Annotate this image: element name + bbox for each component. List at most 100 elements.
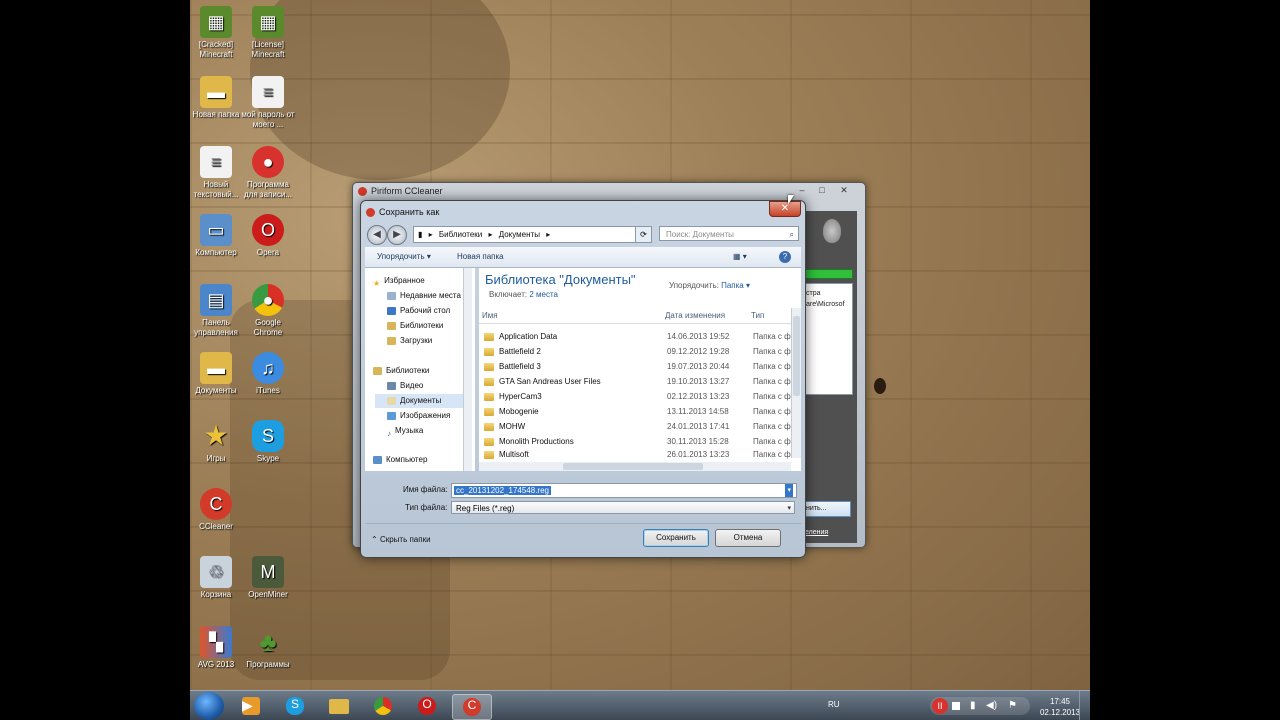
close-button[interactable]: ✕: [833, 183, 855, 197]
save-as-dialog[interactable]: Сохранить как ✕ ◀ ▶ ▮ ▸ Библиотеки ▸ Док…: [360, 200, 806, 558]
desktop-icon-programs[interactable]: ♣ Программы: [240, 626, 296, 670]
volume-icon[interactable]: ◀): [986, 700, 997, 711]
text-file-icon: ≡: [252, 76, 284, 108]
nav-recent-places[interactable]: Недавние места: [387, 289, 461, 303]
file-row[interactable]: Monolith Productions 30.11.2013 15:28 Папк…: [479, 435, 791, 449]
nav-favorites[interactable]: ★ Избранное: [373, 274, 425, 288]
dialog-close-button[interactable]: ✕: [769, 201, 801, 217]
address-bar[interactable]: ▮ ▸ Библиотеки ▸ Документы ▸ ▾: [413, 226, 651, 243]
file-list-scrollbar[interactable]: [791, 308, 801, 458]
stop-icon[interactable]: [952, 702, 960, 710]
cancel-button[interactable]: Отмена: [715, 529, 781, 547]
file-name-input[interactable]: cc_20131202_174548.reg ▾: [451, 483, 797, 498]
taskbar-explorer[interactable]: [320, 694, 358, 718]
desktop-icon-license-minecraft[interactable]: ▦ [License] Minecraft: [240, 6, 296, 60]
chevron-down-icon[interactable]: ▾: [785, 484, 793, 497]
taskbar-skype[interactable]: S: [276, 694, 314, 718]
maximize-button[interactable]: □: [811, 183, 833, 197]
ccleaner-list: стра are\Microsof: [805, 283, 853, 395]
chevron-down-icon: ▾: [787, 505, 791, 512]
search-input[interactable]: Поиск: Документы ⌕: [659, 226, 799, 241]
taskbar-chrome[interactable]: [364, 694, 402, 718]
help-icon[interactable]: ?: [779, 251, 791, 263]
nav-desktop[interactable]: Рабочий стол: [387, 304, 450, 318]
desktop-icon-itunes[interactable]: ♫ iTunes: [240, 352, 296, 396]
hide-folders-toggle[interactable]: ⌃ Скрыть папки: [371, 535, 431, 544]
desktop-icon-avg[interactable]: ▚ AVG 2013: [190, 626, 244, 670]
desktop-icon-recorder[interactable]: ● Программа для записи...: [240, 146, 296, 200]
dialog-footer-divider: [365, 523, 801, 524]
taskbar-opera[interactable]: O: [408, 694, 446, 718]
includes-locations-link[interactable]: 2 места: [529, 290, 558, 299]
organize-button[interactable]: Упорядочить ▾: [377, 247, 431, 267]
ccleaner-icon: C: [463, 698, 481, 716]
show-desktop-button[interactable]: [1079, 691, 1090, 720]
nav-music[interactable]: ♪ Музыка: [387, 424, 423, 438]
address-crumb-documents[interactable]: Документы: [499, 230, 540, 239]
video-icon: [387, 381, 396, 390]
column-name[interactable]: Имя: [482, 311, 498, 320]
horizontal-scrollbar[interactable]: [479, 462, 791, 471]
file-row[interactable]: Mobogenie 13.11.2013 14:58 Папка с ф: [479, 405, 791, 419]
scrollbar-thumb[interactable]: [793, 316, 800, 396]
minimize-button[interactable]: –: [791, 183, 813, 197]
language-indicator[interactable]: RU: [828, 700, 840, 709]
desktop-icon-computer[interactable]: ▭ Компьютер: [190, 214, 244, 258]
desktop-icon-ccleaner[interactable]: C CCleaner: [190, 488, 244, 532]
explorer-folder-icon: [329, 698, 349, 714]
file-row[interactable]: Multisoft 26.01.2013 13:23 Папка с ф: [479, 448, 791, 462]
file-row[interactable]: Application Data 14.06.2013 19:52 Папка с …: [479, 330, 791, 344]
desktop-icon-cracked-minecraft[interactable]: ▦ [Cracked] Minecraft: [190, 6, 244, 60]
column-type[interactable]: Тип: [751, 311, 764, 320]
view-options-icon[interactable]: ▦ ▾: [733, 247, 747, 267]
desktop-icon-openminer[interactable]: M OpenMiner: [240, 556, 296, 600]
recording-icon[interactable]: II: [932, 698, 948, 714]
ccleaner-link[interactable]: еления: [805, 529, 828, 536]
ccleaner-progress-bar: [805, 269, 853, 279]
nav-downloads[interactable]: Загрузки: [387, 334, 432, 348]
desktop-icon-games[interactable]: ★ Игры: [190, 420, 244, 464]
address-crumb-libraries[interactable]: Библиотеки: [439, 230, 482, 239]
back-button[interactable]: ◀: [367, 225, 387, 245]
games-star-icon: ★: [203, 420, 229, 451]
arrange-by-dropdown[interactable]: Папка ▾: [721, 281, 750, 290]
nav-computer[interactable]: Компьютер: [373, 453, 427, 467]
network-icon[interactable]: ▮: [970, 700, 976, 711]
nav-documents[interactable]: Документы: [375, 394, 463, 408]
desktop-icon-recycle-bin[interactable]: ♲ Корзина: [190, 556, 244, 600]
nav-scrollbar[interactable]: [463, 268, 472, 471]
file-row[interactable]: Battlefield 3 19.07.2013 20:44 Папка с ф: [479, 360, 791, 374]
desktop-icon-chrome[interactable]: ● Google Chrome: [240, 284, 296, 338]
start-button[interactable]: [194, 692, 224, 720]
nav-images[interactable]: Изображения: [387, 409, 450, 423]
desktop-icon-skype[interactable]: S Skype: [240, 420, 296, 464]
navigation-pane: ★ Избранное Недавние места Рабочий стол Б…: [365, 268, 475, 471]
taskbar-ccleaner[interactable]: C: [452, 694, 492, 720]
file-type-select[interactable]: Reg Files (*.reg) ▾: [451, 501, 795, 514]
file-row[interactable]: Battlefield 2 09.12.2012 19:28 Папка с ф: [479, 345, 791, 359]
column-date[interactable]: Дата изменения: [665, 311, 725, 320]
desktop-icon-password-file[interactable]: ≡ мой пароль от моего ...: [240, 76, 296, 130]
horizontal-scrollbar-thumb[interactable]: [563, 463, 703, 470]
refresh-button[interactable]: ⟳: [635, 226, 652, 243]
file-row[interactable]: MOHW 24.01.2013 17:41 Папка с ф: [479, 420, 791, 434]
flag-icon[interactable]: ⚑: [1008, 700, 1017, 711]
new-folder-button[interactable]: Новая папка: [457, 247, 504, 267]
file-row[interactable]: HyperCam3 02.12.2013 13:23 Папка с ф: [479, 390, 791, 404]
ccleaner-fix-button[interactable]: нить...: [805, 501, 851, 517]
desktop-icon-control-panel[interactable]: ▤ Панель управления: [190, 284, 244, 338]
mouse-cursor-icon: [788, 195, 794, 205]
desktop-icon-documents[interactable]: ▬ Документы: [190, 352, 244, 396]
nav-video[interactable]: Видео: [387, 379, 423, 393]
taskbar-media-player[interactable]: ▶: [232, 694, 270, 718]
save-button[interactable]: Сохранить: [643, 529, 709, 547]
desktop-icon-new-text[interactable]: ≡ Новый текстовый...: [190, 146, 244, 200]
file-row[interactable]: GTA San Andreas User Files 19.10.2013 13:…: [479, 375, 791, 389]
forward-button[interactable]: ▶: [387, 225, 407, 245]
desktop-icon-opera[interactable]: O Opera: [240, 214, 296, 258]
chevron-up-icon: ⌃: [371, 535, 378, 544]
nav-libraries-fav[interactable]: Библиотеки: [387, 319, 443, 333]
nav-libraries[interactable]: Библиотеки: [373, 364, 429, 378]
file-type-label: Тип файла:: [405, 503, 448, 512]
desktop-icon-new-folder[interactable]: ▬ Новая папка: [190, 76, 244, 120]
